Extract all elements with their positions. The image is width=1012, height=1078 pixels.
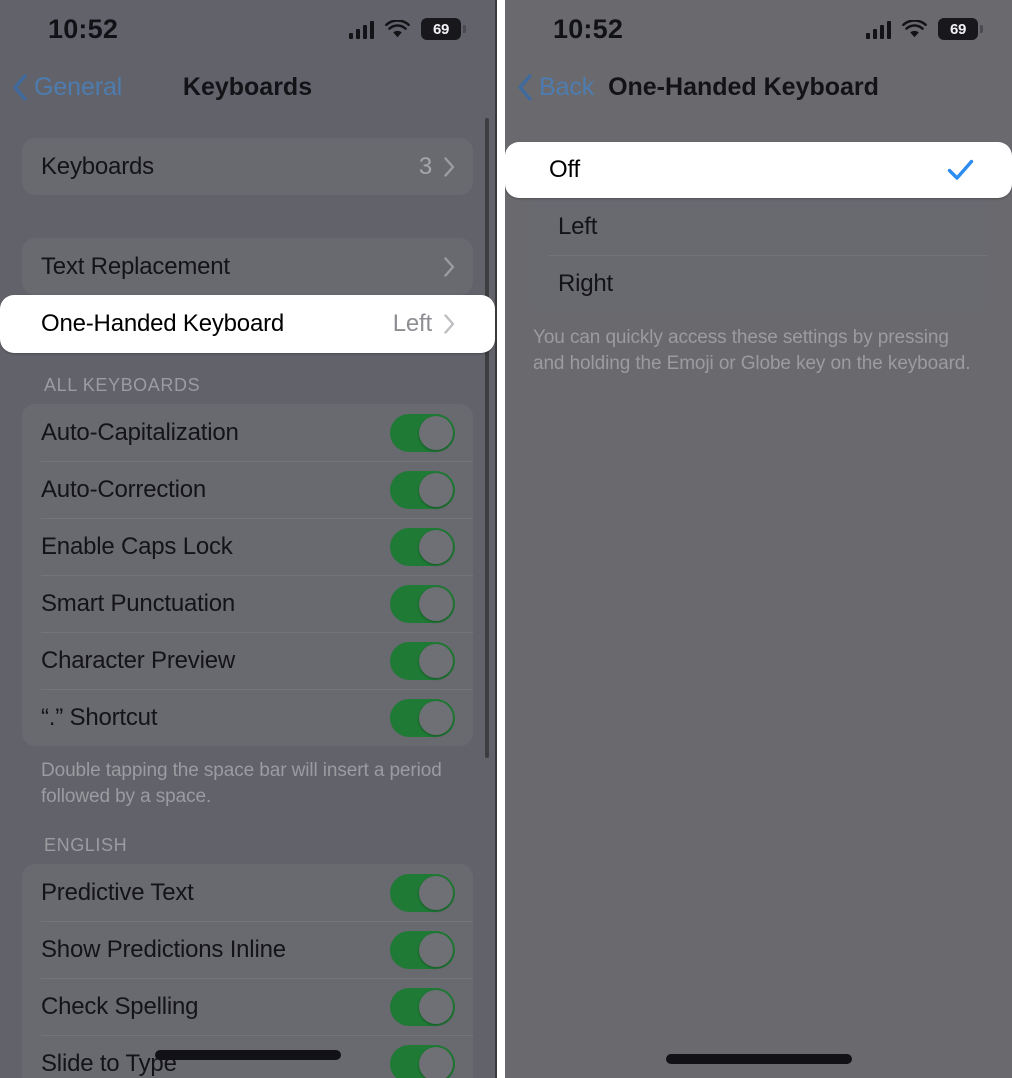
home-indicator: [665, 1054, 852, 1064]
home-indicator: [154, 1050, 341, 1060]
toggle-knob: [419, 472, 453, 507]
row-check-spelling[interactable]: Check Spelling: [22, 978, 473, 1035]
toggle-knob: [419, 415, 453, 450]
group-english: Predictive Text Show Predictions Inline …: [22, 864, 473, 1078]
wifi-icon: [902, 19, 927, 37]
toggle-slide-to-type[interactable]: [390, 1044, 455, 1078]
section-header-english: ENGLISH: [44, 835, 128, 856]
row-keyboards[interactable]: Keyboards 3: [22, 138, 473, 195]
toggle-knob: [419, 700, 453, 735]
row-label: Smart Punctuation: [41, 589, 236, 617]
row-period-shortcut[interactable]: “.” Shortcut: [22, 689, 473, 746]
screenshot-stage: 10:52 69 General Keyboards Keyboards 3 T…: [0, 0, 1012, 1078]
vertical-scrollbar[interactable]: [485, 118, 489, 758]
status-bar-indicators: 69: [348, 18, 466, 40]
toggle-check-spelling[interactable]: [390, 987, 455, 1026]
status-bar-indicators: 69: [865, 18, 983, 40]
row-character-preview[interactable]: Character Preview: [22, 632, 473, 689]
toggle-period-shortcut[interactable]: [390, 698, 455, 737]
toggle-knob: [419, 1046, 453, 1078]
option-label: Left: [558, 212, 598, 240]
row-label: Auto-Correction: [41, 475, 207, 503]
toggle-auto-correction[interactable]: [390, 470, 455, 509]
highlight-wrapper-one-handed: One-Handed Keyboard Left: [0, 295, 495, 353]
row-label: Character Preview: [41, 646, 236, 674]
toggle-knob: [419, 586, 453, 621]
toggle-smart-punctuation[interactable]: [390, 584, 455, 623]
option-right[interactable]: Right: [530, 255, 987, 312]
chevron-right-icon: [444, 156, 455, 177]
option-left[interactable]: Left: [530, 198, 987, 255]
toggle-knob: [419, 989, 453, 1024]
navigation-bar: General Keyboards: [0, 58, 495, 116]
row-smart-punctuation[interactable]: Smart Punctuation: [22, 575, 473, 632]
row-text-replacement[interactable]: Text Replacement: [22, 238, 473, 295]
section-footer-one-handed: You can quickly access these settings by…: [533, 327, 971, 374]
toggle-enable-caps-lock[interactable]: [390, 527, 455, 566]
row-one-handed-keyboard[interactable]: One-Handed Keyboard Left: [0, 295, 495, 353]
row-auto-correction[interactable]: Auto-Correction: [22, 461, 473, 518]
chevron-right-icon: [444, 314, 455, 334]
toggle-knob: [419, 529, 453, 564]
wifi-icon: [385, 19, 410, 37]
section-header-all-keyboards: ALL KEYBOARDS: [44, 375, 201, 395]
row-enable-caps-lock[interactable]: Enable Caps Lock: [22, 518, 473, 575]
cellular-bars-icon: [348, 20, 374, 39]
chevron-right-icon: [444, 256, 455, 277]
row-predictive-text[interactable]: Predictive Text: [22, 864, 473, 921]
group-options: Left Right: [530, 198, 987, 312]
group-text-replacement: Text Replacement: [22, 238, 473, 295]
row-label: Enable Caps Lock: [41, 532, 233, 560]
toggle-character-preview[interactable]: [390, 641, 455, 680]
toggle-predictive-text[interactable]: [390, 873, 455, 912]
battery-icon: 69: [421, 18, 466, 40]
highlight-wrapper-off-option: Off: [505, 142, 1012, 198]
phone-panel-one-handed-keyboard: 10:52 69 Back One-Handed Keyboard Off Le…: [505, 0, 1012, 1078]
row-value: 3: [418, 152, 432, 180]
back-button-label: Back: [539, 72, 595, 101]
status-bar-time: 10:52: [48, 13, 119, 44]
toggle-knob: [419, 875, 453, 910]
row-label: One-Handed Keyboard: [41, 310, 285, 337]
navigation-bar: Back One-Handed Keyboard: [505, 58, 1012, 116]
checkmark-icon: [947, 159, 974, 180]
row-label: Show Predictions Inline: [41, 935, 286, 963]
chevron-left-icon: [13, 73, 27, 101]
option-off[interactable]: Off: [505, 142, 1012, 198]
row-label: Keyboards: [41, 152, 154, 180]
back-button-label: General: [34, 72, 123, 101]
row-label: Predictive Text: [41, 878, 194, 906]
option-label: Off: [549, 156, 580, 183]
row-value: Left: [392, 310, 432, 337]
row-auto-capitalization[interactable]: Auto-Capitalization: [22, 404, 473, 461]
toggle-knob: [419, 643, 453, 678]
chevron-left-icon: [518, 73, 532, 101]
group-keyboards: Keyboards 3: [22, 138, 473, 195]
toggle-auto-capitalization[interactable]: [390, 413, 455, 452]
row-label: Text Replacement: [41, 252, 230, 280]
battery-percent-label: 69: [432, 20, 450, 38]
toggle-knob: [419, 932, 453, 967]
battery-percent-label: 69: [949, 20, 967, 38]
row-label: Auto-Capitalization: [41, 418, 239, 446]
row-label: “.” Shortcut: [41, 703, 158, 731]
status-bar: 10:52 69: [0, 0, 495, 58]
status-bar: 10:52 69: [505, 0, 1012, 58]
row-label: Check Spelling: [41, 992, 199, 1020]
status-bar-time: 10:52: [553, 13, 624, 44]
toggle-show-predictions-inline[interactable]: [390, 930, 455, 969]
row-show-predictions-inline[interactable]: Show Predictions Inline: [22, 921, 473, 978]
section-footer-all-keyboards: Double tapping the space bar will insert…: [41, 760, 442, 807]
battery-icon: 69: [938, 18, 983, 40]
group-all-keyboards: Auto-Capitalization Auto-Correction Enab…: [22, 404, 473, 746]
option-label: Right: [558, 269, 614, 297]
back-button-general[interactable]: General: [12, 73, 122, 102]
settings-scroll-area[interactable]: Keyboards 3 Text Replacement One-Handed …: [0, 116, 495, 1078]
cellular-bars-icon: [865, 20, 891, 39]
phone-panel-keyboards-settings: 10:52 69 General Keyboards Keyboards 3 T…: [0, 0, 497, 1078]
back-button[interactable]: Back: [517, 73, 594, 102]
